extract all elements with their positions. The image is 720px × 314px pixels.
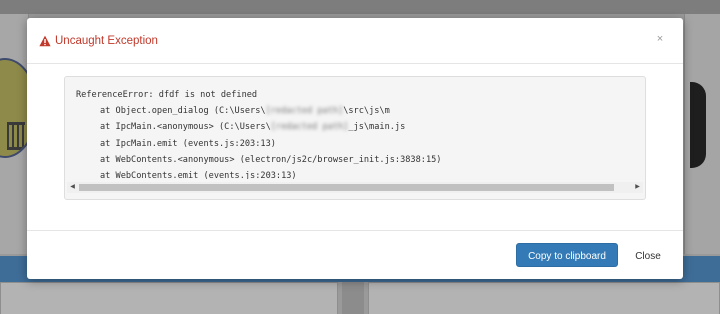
stack-frame: at WebContents.<anonymous> (electron/js2… [76, 152, 642, 168]
stack-frame: at IpcMain.emit (events.js:203:13) [76, 136, 642, 152]
stack-frame-text: _js\main.js [348, 122, 406, 133]
stack-frame: at WebContents.emit (events.js:203:13) [76, 168, 642, 179]
stack-frame-text: \src\js\m [343, 106, 390, 117]
dialog-header: Uncaught Exception × [27, 18, 683, 64]
stack-frame-text: at IpcMain.emit (events.js:203:13) [100, 138, 276, 149]
dialog-footer-divider [27, 230, 683, 231]
error-message: ReferenceError: dfdf is not defined [76, 90, 258, 100]
stack-frame-text: at WebContents.emit (events.js:203:13) [100, 170, 297, 179]
stack-trace-text: ReferenceError: dfdf is not defined at O… [76, 87, 642, 179]
close-icon[interactable]: × [654, 32, 666, 46]
horizontal-scrollbar[interactable]: ◀ ▶ [67, 182, 643, 193]
stack-frame-text: at Object.open_dialog (C:\Users\ [100, 106, 266, 117]
close-button[interactable]: Close [628, 243, 668, 267]
scroll-left-icon[interactable]: ◀ [67, 182, 78, 193]
uncaught-exception-dialog: Uncaught Exception × ReferenceError: dfd… [27, 18, 683, 279]
warning-icon [39, 35, 51, 47]
background-header [0, 0, 720, 14]
stack-frame: at IpcMain.<anonymous> (C:\Users\[redact… [76, 119, 642, 135]
stack-frame: at Object.open_dialog (C:\Users\[redacte… [76, 103, 642, 119]
redacted-path: [redacted path] [265, 106, 344, 117]
background-glyph [690, 82, 706, 168]
dialog-title: Uncaught Exception [55, 35, 158, 47]
background-card [368, 282, 720, 314]
stack-frame-text: at IpcMain.<anonymous> (C:\Users\ [100, 122, 271, 133]
scrollbar-thumb[interactable] [79, 184, 614, 191]
stack-frame-text: at WebContents.<anonymous> (electron/js2… [100, 154, 442, 165]
background-card [0, 282, 338, 314]
copy-to-clipboard-button[interactable]: Copy to clipboard [516, 243, 618, 267]
stack-trace-box[interactable]: ReferenceError: dfdf is not defined at O… [64, 76, 646, 200]
scroll-right-icon[interactable]: ▶ [632, 182, 643, 193]
redacted-path: [redacted path] [270, 122, 349, 133]
background-divider [342, 282, 364, 314]
logo-pillar-graphic [7, 122, 25, 150]
